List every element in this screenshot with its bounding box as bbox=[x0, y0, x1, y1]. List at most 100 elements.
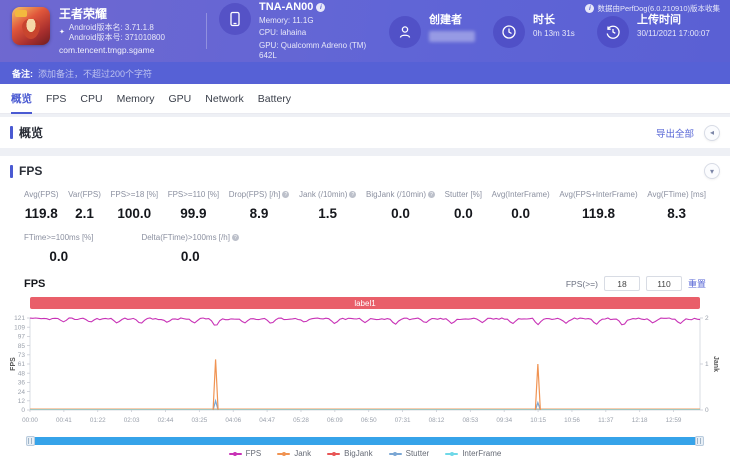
svg-text:2: 2 bbox=[705, 315, 709, 322]
android-version-code: Android版本号: 371010800 bbox=[68, 33, 165, 42]
metric-cell: Delta(FTime)>100ms [/h]? 0.0 bbox=[142, 233, 239, 264]
fps-collapse-button[interactable]: ▾ bbox=[704, 163, 720, 179]
creator-label: 创建者 bbox=[429, 14, 462, 26]
tab[interactable]: Network bbox=[198, 85, 251, 113]
metric-cell: FPS>=110 [%]? 99.9 bbox=[167, 190, 220, 221]
help-icon[interactable]: ? bbox=[349, 191, 357, 198]
metric-cell: Jank (/10min)? 1.5 bbox=[299, 190, 357, 221]
export-all-link[interactable]: 导出全部 bbox=[656, 126, 694, 140]
chart-label1-band[interactable]: label1 bbox=[30, 297, 700, 309]
info-icon: i bbox=[585, 4, 595, 13]
help-icon[interactable]: ? bbox=[428, 191, 436, 198]
person-icon bbox=[389, 16, 421, 48]
remark-bar[interactable]: 备注: 添加备注，不超过200个字符 bbox=[0, 62, 730, 84]
upload-time-label: 上传时间 bbox=[637, 14, 681, 26]
svg-text:10:15: 10:15 bbox=[530, 417, 546, 424]
svg-text:61: 61 bbox=[18, 361, 26, 368]
fps-threshold-high-input[interactable] bbox=[645, 276, 682, 291]
svg-text:02:03: 02:03 bbox=[124, 417, 140, 424]
tab[interactable]: Memory bbox=[110, 85, 162, 113]
fps-section-title: FPS bbox=[19, 164, 43, 178]
svg-text:03:25: 03:25 bbox=[191, 417, 207, 424]
device-info-icon[interactable]: i bbox=[316, 2, 326, 12]
reset-link[interactable]: 重置 bbox=[688, 277, 706, 290]
metric-cell: Var(FPS)? 2.1 bbox=[68, 190, 101, 221]
upload-time-block: 上传时间 30/11/2021 17:00:07 bbox=[597, 14, 730, 48]
svg-text:0: 0 bbox=[21, 407, 25, 414]
legend-item[interactable]: BigJank bbox=[327, 449, 373, 458]
overview-section-title: 概览 bbox=[19, 126, 44, 140]
tab[interactable]: GPU bbox=[162, 85, 199, 113]
metric-cell: Drop(FPS) [/h]? 8.9 bbox=[229, 190, 290, 221]
metric-value: 119.8 bbox=[24, 206, 58, 221]
svg-text:36: 36 bbox=[18, 380, 26, 387]
game-title: 王者荣耀 bbox=[59, 7, 108, 21]
legend-item[interactable]: Jank bbox=[277, 449, 311, 458]
svg-text:11:37: 11:37 bbox=[598, 417, 614, 424]
creator-name-redacted bbox=[429, 31, 475, 42]
tab[interactable]: 概览 bbox=[4, 83, 39, 114]
svg-text:121: 121 bbox=[14, 315, 25, 322]
fps-threshold-label: FPS(>=) bbox=[565, 278, 598, 289]
range-handle-right[interactable] bbox=[695, 436, 704, 446]
svg-text:09:34: 09:34 bbox=[496, 417, 512, 424]
help-icon[interactable]: ? bbox=[231, 234, 239, 241]
svg-text:Jank: Jank bbox=[712, 356, 719, 372]
chart-legend: FPS Jank BigJank Stutter InterFrame bbox=[0, 449, 730, 458]
metric-value: 100.0 bbox=[117, 206, 152, 221]
chart-range-scrollbar[interactable] bbox=[26, 436, 704, 446]
legend-marker bbox=[228, 451, 242, 456]
duration-value: 0h 13m 31s bbox=[533, 29, 575, 38]
legend-item[interactable]: Stutter bbox=[388, 449, 429, 458]
tab[interactable]: Battery bbox=[251, 85, 298, 113]
tab[interactable]: FPS bbox=[39, 85, 73, 113]
fps-line-chart[interactable]: 01224364861738597109121012FPS Jank00:00 00… bbox=[8, 312, 722, 430]
svg-text:08:53: 08:53 bbox=[462, 417, 478, 424]
metric-cell: Stutter [%]? 0.0 bbox=[444, 190, 483, 221]
report-tabbar: 概览 FPS CPU Memory GPU Network Battery bbox=[0, 84, 730, 114]
fps-chart[interactable]: 0 12 24 36 48 61 73 85 97 109 121 0 1 2 FPS Jank 00:00 00… bbox=[0, 312, 730, 435]
metric-cell: Avg(FTime) [ms]? 8.3 bbox=[647, 190, 706, 221]
svg-text:85: 85 bbox=[18, 343, 26, 350]
metric-cell: Avg(FPS+InterFrame)? 119.8 bbox=[559, 190, 638, 221]
phone-icon bbox=[219, 2, 251, 35]
device-cpu: CPU: lahaina bbox=[259, 28, 307, 37]
clock-icon bbox=[493, 16, 525, 48]
metric-cell: FPS>=18 [%]? 100.0 bbox=[110, 190, 159, 221]
legend-marker bbox=[277, 451, 291, 456]
legend-marker bbox=[388, 451, 402, 456]
metric-value: 2.1 bbox=[75, 206, 94, 221]
svg-text:97: 97 bbox=[18, 334, 26, 341]
svg-text:FPS: FPS bbox=[10, 357, 17, 371]
metric-value: 8.3 bbox=[667, 206, 686, 221]
metric-value: 1.5 bbox=[318, 206, 338, 221]
range-handle-left[interactable] bbox=[26, 436, 35, 446]
upload-time-value: 30/11/2021 17:00:07 bbox=[637, 29, 710, 38]
svg-text:01:22: 01:22 bbox=[90, 417, 106, 424]
duration-block: 时长 0h 13m 31s bbox=[493, 14, 585, 48]
remark-label: 备注: bbox=[12, 68, 33, 79]
svg-text:08:12: 08:12 bbox=[429, 417, 445, 424]
device-gpu: GPU: Qualcomm Adreno (TM) 642L bbox=[259, 40, 367, 61]
fps-threshold-low-input[interactable] bbox=[603, 276, 640, 291]
svg-text:04:06: 04:06 bbox=[225, 417, 241, 424]
diamond-icon: ✦ bbox=[59, 29, 65, 36]
legend-marker bbox=[445, 451, 459, 456]
android-version-name: Android版本名: 3.71.1.8 bbox=[68, 23, 154, 32]
tab[interactable]: CPU bbox=[73, 85, 109, 113]
svg-text:10:56: 10:56 bbox=[564, 417, 580, 424]
device-info-block: TNA-AN00 i Memory: 11.1G CPU: lahaina GP… bbox=[219, 1, 377, 62]
overview-collapse-button[interactable]: ◂ bbox=[704, 124, 720, 141]
svg-text:109: 109 bbox=[14, 324, 25, 331]
legend-item[interactable]: InterFrame bbox=[445, 449, 501, 458]
package-name: com.tencent.tmgp.sgame bbox=[59, 45, 155, 55]
svg-text:00:41: 00:41 bbox=[56, 417, 72, 424]
device-memory: Memory: 11.1G bbox=[259, 15, 314, 25]
svg-text:06:09: 06:09 bbox=[327, 417, 343, 424]
help-icon[interactable]: ? bbox=[282, 191, 290, 198]
legend-item[interactable]: FPS bbox=[228, 449, 261, 458]
svg-text:02:44: 02:44 bbox=[158, 417, 174, 424]
report-header: 王者荣耀 ✦ Android版本名: 3.71.1.8 Android版本号: … bbox=[0, 0, 730, 62]
metric-value: 0.0 bbox=[180, 249, 200, 264]
svg-text:05:28: 05:28 bbox=[293, 417, 309, 424]
